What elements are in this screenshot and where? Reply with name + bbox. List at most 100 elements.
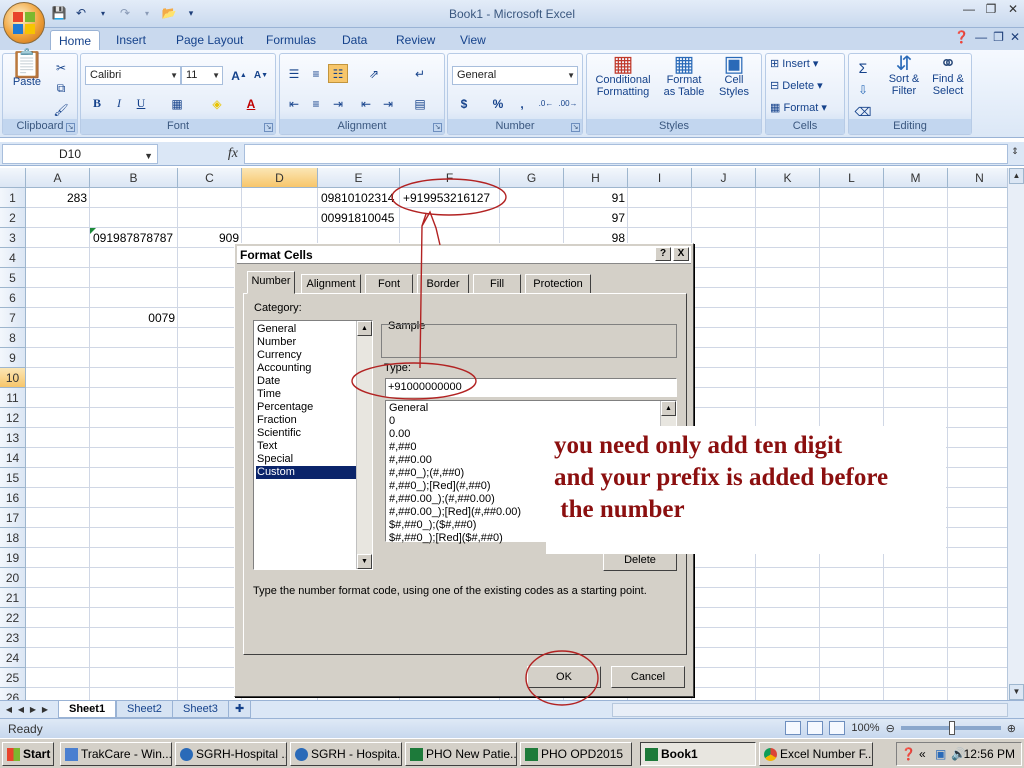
cell-b7[interactable]: 0079 bbox=[90, 308, 178, 328]
normal-view-icon[interactable] bbox=[785, 721, 802, 735]
percent-icon[interactable]: % bbox=[488, 94, 508, 113]
page-layout-view-icon[interactable] bbox=[807, 721, 824, 735]
number-launcher-icon[interactable]: ↘ bbox=[571, 123, 580, 132]
category-number[interactable]: Number bbox=[256, 336, 356, 349]
row-header-2[interactable]: 2 bbox=[0, 208, 26, 228]
network-tray-icon[interactable]: ▣ bbox=[935, 743, 946, 765]
type-item[interactable]: #,##0 bbox=[389, 441, 417, 454]
zoom-out-icon[interactable]: ⊖ bbox=[886, 722, 895, 735]
start-button[interactable]: Start bbox=[2, 742, 54, 766]
align-middle-icon[interactable]: ≡ bbox=[306, 64, 326, 83]
row-header-3[interactable]: 3 bbox=[0, 228, 26, 248]
taskbar-item-trakcare[interactable]: TrakCare - Win... bbox=[60, 742, 172, 766]
ribbon-restore-icon[interactable]: ❐ bbox=[993, 30, 1004, 44]
row-header-13[interactable]: 13 bbox=[0, 428, 26, 448]
decrease-indent-icon[interactable]: ⇤ bbox=[356, 94, 376, 113]
cell-e1[interactable]: 09810102314 bbox=[318, 188, 400, 208]
row-header-8[interactable]: 8 bbox=[0, 328, 26, 348]
cell-c3[interactable]: 909 bbox=[178, 228, 242, 248]
dialog-tab-font[interactable]: Font bbox=[365, 274, 413, 294]
category-list[interactable]: General Number Currency Accounting Date … bbox=[253, 320, 373, 570]
autosum-icon[interactable]: Σ bbox=[853, 58, 873, 77]
number-format-combo[interactable]: General ▼ bbox=[452, 66, 578, 85]
font-name-combo[interactable]: Calibri ▼ bbox=[85, 66, 181, 85]
row-header-10[interactable]: 10 bbox=[0, 368, 26, 388]
taskbar-item-pho-opd2015[interactable]: PHO OPD2015 bbox=[520, 742, 632, 766]
row-header-4[interactable]: 4 bbox=[0, 248, 26, 268]
first-sheet-icon[interactable]: ◀ bbox=[4, 703, 14, 717]
bold-icon[interactable]: B bbox=[87, 94, 107, 113]
fill-icon[interactable]: ⇩ bbox=[853, 80, 873, 99]
copy-icon[interactable]: ⧉ bbox=[51, 79, 71, 98]
expand-formula-bar-icon[interactable]: ⇕ bbox=[1008, 146, 1022, 162]
comma-icon[interactable]: , bbox=[512, 94, 532, 113]
increase-indent-icon[interactable]: ⇥ bbox=[378, 94, 398, 113]
align-center-icon[interactable]: ≡ bbox=[306, 94, 326, 113]
type-item[interactable]: $#,##0_);[Red]($#,##0) bbox=[389, 532, 503, 545]
row-header-20[interactable]: 20 bbox=[0, 568, 26, 588]
row-header-18[interactable]: 18 bbox=[0, 528, 26, 548]
dialog-tab-protection[interactable]: Protection bbox=[525, 274, 591, 294]
find-select-button[interactable]: ⚭ Find & Select bbox=[927, 54, 969, 97]
row-header-24[interactable]: 24 bbox=[0, 648, 26, 668]
formula-input[interactable] bbox=[244, 144, 1008, 164]
category-special[interactable]: Special bbox=[256, 453, 356, 466]
type-item[interactable]: 0 bbox=[389, 415, 395, 428]
category-text[interactable]: Text bbox=[256, 440, 356, 453]
horizontal-scrollbar[interactable] bbox=[612, 703, 1008, 717]
conditional-formatting-button[interactable]: ▦ Conditional Formatting bbox=[591, 53, 655, 99]
cell-styles-button[interactable]: ▣ Cell Styles bbox=[711, 53, 757, 99]
sort-filter-button[interactable]: ⇵ Sort & Filter bbox=[883, 54, 925, 97]
select-all-corner[interactable] bbox=[0, 168, 26, 188]
help-icon[interactable]: ❓ bbox=[954, 30, 969, 44]
ribbon-minimize-icon[interactable]: — bbox=[975, 30, 987, 44]
ribbon-close-icon[interactable]: ✕ bbox=[1010, 30, 1020, 44]
row-header-7[interactable]: 7 bbox=[0, 308, 26, 328]
office-button[interactable] bbox=[3, 2, 45, 44]
cell-f1[interactable]: +919953216127 bbox=[400, 188, 500, 208]
insert-function-icon[interactable]: fx bbox=[228, 146, 238, 162]
row-header-14[interactable]: 14 bbox=[0, 448, 26, 468]
dialog-tab-fill[interactable]: Fill bbox=[473, 274, 521, 294]
format-cells-button[interactable]: ▦ Format ▾ bbox=[770, 102, 842, 114]
category-percentage[interactable]: Percentage bbox=[256, 401, 356, 414]
sheet-tab-sheet3[interactable]: Sheet3 bbox=[172, 701, 229, 718]
category-custom[interactable]: Custom bbox=[256, 466, 356, 479]
type-item[interactable]: #,##0_);(#,##0) bbox=[389, 467, 464, 480]
row-header-12[interactable]: 12 bbox=[0, 408, 26, 428]
format-as-table-button[interactable]: ▦ Format as Table bbox=[659, 53, 709, 99]
zoom-in-icon[interactable]: ⊕ bbox=[1007, 722, 1016, 735]
ok-button[interactable]: OK bbox=[527, 666, 601, 688]
row-header-6[interactable]: 6 bbox=[0, 288, 26, 308]
category-scrollbar[interactable]: ▲ ▼ bbox=[356, 321, 372, 569]
type-item[interactable]: General bbox=[389, 402, 428, 415]
arrows-tray-icon[interactable]: « bbox=[919, 743, 926, 765]
category-date[interactable]: Date bbox=[256, 375, 356, 388]
zoom-slider[interactable] bbox=[900, 721, 1001, 735]
format-painter-icon[interactable]: 🖌 bbox=[51, 100, 71, 119]
dialog-tab-alignment[interactable]: Alignment bbox=[301, 274, 361, 294]
prev-sheet-icon[interactable]: ◀ bbox=[16, 703, 26, 717]
dialog-tab-number[interactable]: Number bbox=[247, 271, 295, 294]
next-sheet-icon[interactable]: ▶ bbox=[28, 703, 38, 717]
shrink-font-icon[interactable]: A ▼ bbox=[251, 66, 271, 85]
category-currency[interactable]: Currency bbox=[256, 349, 356, 362]
last-sheet-icon[interactable]: ▶ bbox=[40, 703, 50, 717]
row-header-1[interactable]: 1 bbox=[0, 188, 26, 208]
row-header-21[interactable]: 21 bbox=[0, 588, 26, 608]
dialog-tab-border[interactable]: Border bbox=[417, 274, 469, 294]
type-item[interactable]: $#,##0_);($#,##0) bbox=[389, 519, 476, 532]
tab-formulas[interactable]: Formulas bbox=[258, 30, 324, 50]
decrease-decimal-icon[interactable]: .00→ bbox=[558, 94, 578, 113]
currency-icon[interactable]: $ bbox=[454, 94, 474, 113]
row-header-26[interactable]: 26 bbox=[0, 688, 26, 700]
column-header-d[interactable]: D bbox=[242, 168, 318, 188]
tab-view[interactable]: View bbox=[452, 30, 494, 50]
cell-h2[interactable]: 97 bbox=[564, 208, 628, 228]
taskbar-item-sgrh-hospital-1[interactable]: SGRH-Hospital ... bbox=[175, 742, 287, 766]
column-header-a[interactable]: A bbox=[26, 168, 90, 188]
category-time[interactable]: Time bbox=[256, 388, 356, 401]
type-item[interactable]: #,##0.00_);(#,##0.00) bbox=[389, 493, 495, 506]
row-header-9[interactable]: 9 bbox=[0, 348, 26, 368]
category-general[interactable]: General bbox=[256, 323, 356, 336]
